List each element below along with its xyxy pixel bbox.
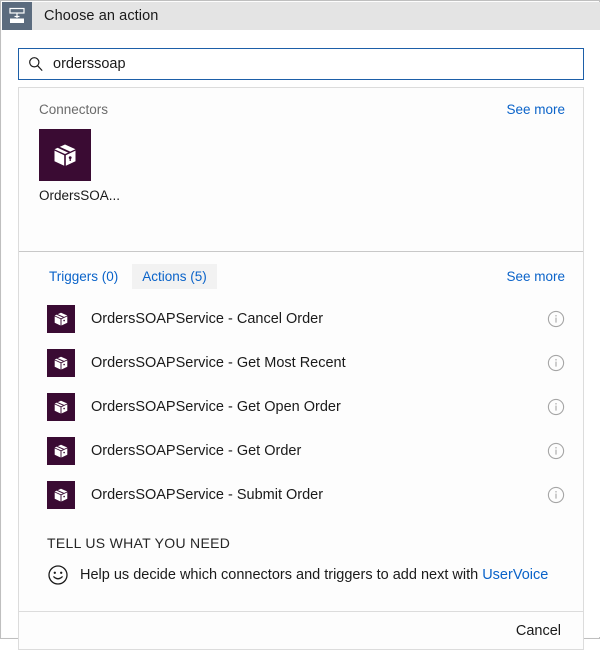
- dialog-title: Choose an action: [44, 8, 159, 24]
- action-row[interactable]: OrdersSOAPService - Submit Order: [19, 473, 583, 517]
- tab-actions[interactable]: Actions (5): [132, 264, 217, 289]
- actions-see-more-link[interactable]: See more: [506, 269, 565, 284]
- tab-triggers[interactable]: Triggers (0): [39, 264, 128, 289]
- dialog-footer: Cancel: [18, 612, 584, 650]
- results-panel: Connectors See more OrdersSOA... Trigger…: [18, 87, 584, 612]
- action-label: OrdersSOAPService - Cancel Order: [91, 311, 324, 327]
- tell-us-row: Help us decide which connectors and trig…: [47, 564, 565, 586]
- connectors-section: Connectors See more OrdersSOA...: [19, 88, 583, 252]
- connectors-header: Connectors See more: [19, 88, 583, 117]
- connector-card[interactable]: OrdersSOA...: [39, 129, 125, 203]
- action-label: OrdersSOAPService - Submit Order: [91, 487, 324, 503]
- info-icon[interactable]: [547, 354, 565, 372]
- info-icon[interactable]: [547, 486, 565, 504]
- title-bar: Choose an action: [2, 2, 600, 30]
- info-icon[interactable]: [547, 398, 565, 416]
- package-icon: [47, 481, 75, 509]
- tell-us-text-body: Help us decide which connectors and trig…: [80, 567, 483, 583]
- action-row[interactable]: OrdersSOAPService - Cancel Order: [19, 297, 583, 341]
- action-row[interactable]: OrdersSOAPService - Get Order: [19, 429, 583, 473]
- package-icon: [47, 305, 75, 333]
- connectors-see-more-link[interactable]: See more: [506, 102, 565, 117]
- action-label: OrdersSOAPService - Get Most Recent: [91, 355, 346, 371]
- action-row[interactable]: OrdersSOAPService - Get Most Recent: [19, 341, 583, 385]
- actions-section: Triggers (0) Actions (5) See more Orders…: [19, 252, 583, 586]
- action-label: OrdersSOAPService - Get Order: [91, 443, 302, 459]
- action-row[interactable]: OrdersSOAPService - Get Open Order: [19, 385, 583, 429]
- dialog-body: Connectors See more: [2, 30, 600, 650]
- uservoice-link[interactable]: UserVoice: [482, 567, 548, 583]
- package-icon: [47, 437, 75, 465]
- tell-us-text: Help us decide which connectors and trig…: [80, 567, 548, 583]
- info-icon[interactable]: [547, 310, 565, 328]
- package-icon: [47, 393, 75, 421]
- logic-app-icon: [2, 2, 32, 30]
- action-label: OrdersSOAPService - Get Open Order: [91, 399, 341, 415]
- package-icon: [47, 349, 75, 377]
- tabs: Triggers (0) Actions (5): [39, 264, 217, 289]
- connectors-label: Connectors: [39, 102, 109, 117]
- choose-action-dialog: Choose an action Connectors See more: [0, 0, 600, 650]
- connector-name: OrdersSOA...: [39, 188, 121, 203]
- tabs-row: Triggers (0) Actions (5) See more: [19, 252, 583, 289]
- info-icon[interactable]: [547, 442, 565, 460]
- search-box[interactable]: [18, 48, 584, 80]
- search-icon: [19, 55, 53, 73]
- connector-grid: OrdersSOA...: [19, 117, 583, 203]
- tell-us-section: TELL US WHAT YOU NEED Help us decide whi…: [19, 517, 583, 586]
- tell-us-title: TELL US WHAT YOU NEED: [47, 535, 231, 551]
- search-input[interactable]: [53, 54, 583, 74]
- action-list: OrdersSOAPService - Cancel Order OrdersS…: [19, 297, 583, 517]
- package-icon: [39, 129, 91, 181]
- smiley-icon: [47, 564, 69, 586]
